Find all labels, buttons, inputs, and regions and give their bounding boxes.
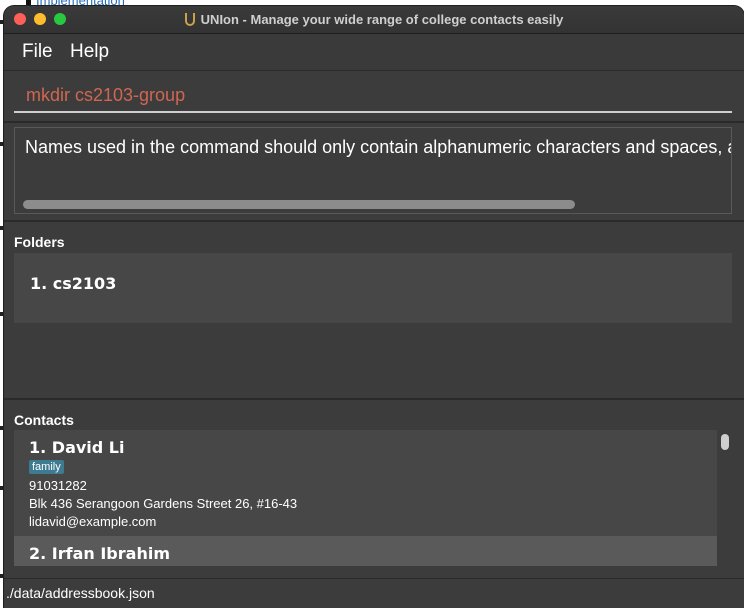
contact-list[interactable]: 1. David Li family 91031282 Blk 436 Sera… xyxy=(14,430,717,566)
contact-tag: family xyxy=(29,460,64,474)
result-message: Names used in the command should only co… xyxy=(25,137,732,157)
folders-panel: Folders 1. cs2103 xyxy=(4,224,744,398)
contact-card[interactable]: 1. David Li family 91031282 Blk 436 Sera… xyxy=(14,430,717,536)
menu-file[interactable]: File xyxy=(22,41,53,63)
app-window: UNIon - Manage your wide range of colleg… xyxy=(4,6,744,608)
window-title: UNIon - Manage your wide range of colleg… xyxy=(200,12,564,27)
folder-list[interactable]: 1. cs2103 xyxy=(14,253,732,323)
command-box xyxy=(4,71,744,121)
contact-name: 2. Irfan Ibrahim xyxy=(29,544,170,563)
title-bar[interactable]: UNIon - Manage your wide range of colleg… xyxy=(4,6,744,34)
contact-card[interactable]: 2. Irfan Ibrahim xyxy=(14,536,717,566)
app-logo-icon xyxy=(184,13,195,26)
command-input[interactable] xyxy=(14,79,732,113)
result-display[interactable]: Names used in the command should only co… xyxy=(14,127,732,214)
menu-bar: File Help xyxy=(4,34,744,71)
contacts-label: Contacts xyxy=(14,412,74,428)
menu-help[interactable]: Help xyxy=(70,41,109,63)
horizontal-scrollbar[interactable] xyxy=(23,200,575,209)
folders-label: Folders xyxy=(14,234,65,250)
contact-name: 1. David Li xyxy=(29,438,125,457)
folder-item[interactable]: 1. cs2103 xyxy=(30,274,116,293)
contact-email: lidavid@example.com xyxy=(29,514,157,529)
status-bar: ./data/addressbook.json xyxy=(4,578,744,608)
contact-phone: 91031282 xyxy=(29,478,87,493)
divider xyxy=(4,121,744,123)
data-file-path: ./data/addressbook.json xyxy=(6,585,155,601)
title-group: UNIon - Manage your wide range of colleg… xyxy=(4,6,744,33)
vertical-scrollbar[interactable] xyxy=(717,430,734,566)
divider xyxy=(4,220,744,222)
scrollbar-thumb[interactable] xyxy=(721,434,729,450)
contact-address: Blk 436 Serangoon Gardens Street 26, #16… xyxy=(29,496,298,511)
contacts-panel: Contacts 1. David Li family 91031282 Blk… xyxy=(4,400,744,572)
